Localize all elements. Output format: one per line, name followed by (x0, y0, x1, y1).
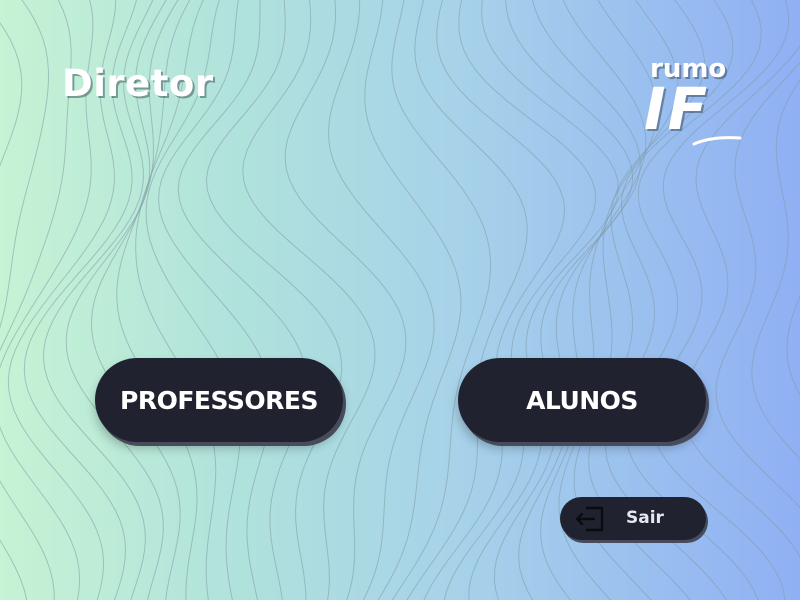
contour-line (391, 0, 492, 600)
contour-line (0, 0, 50, 600)
alunos-button-label: ALUNOS (526, 385, 638, 415)
contour-line (328, 0, 435, 600)
logo-bottom-text: IF (644, 75, 710, 143)
contour-line (364, 0, 462, 600)
contour-line (0, 0, 72, 600)
rumo-if-logo: rumo IF (642, 54, 752, 154)
alunos-button[interactable]: ALUNOS (458, 358, 706, 442)
contour-line (406, 0, 528, 600)
professores-button-label: PROFESSORES (120, 385, 318, 415)
contour-line (423, 0, 566, 600)
contour-line (284, 0, 407, 600)
logo-swoosh-icon (692, 136, 742, 146)
logout-icon (575, 506, 604, 532)
sair-button[interactable]: Sair (560, 497, 706, 540)
page-title: Diretor (62, 62, 214, 105)
contour-line (205, 0, 343, 600)
sair-button-label: Sair (626, 508, 664, 528)
professores-button[interactable]: PROFESSORES (95, 358, 343, 442)
